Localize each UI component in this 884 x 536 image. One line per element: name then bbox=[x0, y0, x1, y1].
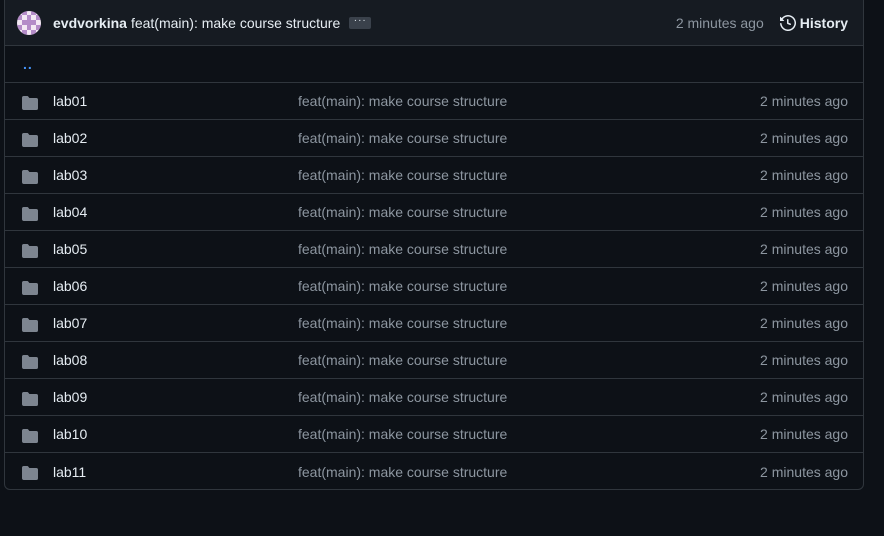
commit-message-link[interactable]: feat(main): make course structure bbox=[298, 93, 507, 109]
table-row[interactable]: lab01 feat(main): make course structure 2 … bbox=[5, 83, 863, 120]
commit-message-link[interactable]: feat(main): make course structure bbox=[298, 389, 507, 405]
folder-icon bbox=[22, 428, 38, 449]
commit-time[interactable]: 2 minutes ago bbox=[760, 464, 848, 480]
table-row[interactable]: lab11 feat(main): make course structure 2 … bbox=[5, 453, 863, 489]
history-icon bbox=[779, 14, 796, 31]
folder-icon bbox=[22, 465, 38, 486]
latest-commit-bar: evdvorkina feat(main): make course struc… bbox=[5, 0, 863, 46]
file-browser: evdvorkina feat(main): make course struc… bbox=[4, 0, 864, 490]
folder-icon bbox=[22, 243, 38, 264]
commit-time[interactable]: 2 minutes ago bbox=[760, 389, 848, 405]
commit-author-link[interactable]: evdvorkina bbox=[53, 15, 127, 31]
directory-name-link[interactable]: lab01 bbox=[53, 93, 87, 109]
commit-message-link[interactable]: feat(main): make course structure bbox=[298, 167, 507, 183]
parent-directory-row[interactable]: .. bbox=[5, 46, 863, 83]
folder-icon bbox=[22, 132, 38, 153]
commit-message-link[interactable]: feat(main): make course structure bbox=[298, 464, 507, 480]
expand-commit-button[interactable]: ··· bbox=[349, 15, 372, 29]
directory-name-link[interactable]: lab07 bbox=[53, 315, 87, 331]
commit-time[interactable]: 2 minutes ago bbox=[760, 130, 848, 146]
commit-message-link[interactable]: feat(main): make course structure bbox=[298, 278, 507, 294]
commit-time[interactable]: 2 minutes ago bbox=[676, 15, 764, 31]
directory-name-link[interactable]: lab06 bbox=[53, 278, 87, 294]
commit-time[interactable]: 2 minutes ago bbox=[760, 315, 848, 331]
table-row[interactable]: lab10 feat(main): make course structure 2 … bbox=[5, 416, 863, 453]
table-row[interactable]: lab04 feat(main): make course structure 2 … bbox=[5, 194, 863, 231]
table-row[interactable]: lab06 feat(main): make course structure 2 … bbox=[5, 268, 863, 305]
directory-name-link[interactable]: lab11 bbox=[53, 464, 86, 480]
commit-message-link[interactable]: feat(main): make course structure bbox=[298, 204, 507, 220]
commit-message-link[interactable]: feat(main): make course structure bbox=[298, 315, 507, 331]
directory-name-link[interactable]: lab04 bbox=[53, 204, 87, 220]
commit-time[interactable]: 2 minutes ago bbox=[760, 426, 848, 442]
history-button[interactable]: History bbox=[779, 14, 848, 31]
commit-time[interactable]: 2 minutes ago bbox=[760, 167, 848, 183]
folder-icon bbox=[22, 206, 38, 227]
commit-message-link[interactable]: feat(main): make course structure bbox=[298, 352, 507, 368]
folder-icon bbox=[22, 169, 38, 190]
commit-time[interactable]: 2 minutes ago bbox=[760, 93, 848, 109]
commit-time[interactable]: 2 minutes ago bbox=[760, 352, 848, 368]
directory-name-link[interactable]: lab10 bbox=[53, 426, 87, 442]
table-row[interactable]: lab08 feat(main): make course structure 2 … bbox=[5, 342, 863, 379]
folder-icon bbox=[22, 354, 38, 375]
commit-time[interactable]: 2 minutes ago bbox=[760, 278, 848, 294]
directory-name-link[interactable]: lab05 bbox=[53, 241, 87, 257]
folder-icon bbox=[22, 317, 38, 338]
commit-time[interactable]: 2 minutes ago bbox=[760, 241, 848, 257]
history-label: History bbox=[799, 14, 848, 31]
directory-name-link[interactable]: lab09 bbox=[53, 389, 87, 405]
commit-time[interactable]: 2 minutes ago bbox=[760, 204, 848, 220]
commit-message-link[interactable]: feat(main): make course structure bbox=[298, 130, 507, 146]
folder-icon bbox=[22, 280, 38, 301]
avatar[interactable] bbox=[17, 10, 41, 35]
table-row[interactable]: lab09 feat(main): make course structure 2 … bbox=[5, 379, 863, 416]
table-row[interactable]: lab05 feat(main): make course structure 2 … bbox=[5, 231, 863, 268]
table-row[interactable]: lab02 feat(main): make course structure 2 … bbox=[5, 120, 863, 157]
folder-icon bbox=[22, 391, 38, 412]
table-row[interactable]: lab07 feat(main): make course structure 2 … bbox=[5, 305, 863, 342]
table-row[interactable]: lab03 feat(main): make course structure 2 … bbox=[5, 157, 863, 194]
file-list: lab01 feat(main): make course structure 2 … bbox=[5, 83, 863, 489]
folder-icon bbox=[22, 95, 38, 116]
commit-message-link[interactable]: feat(main): make course structure bbox=[131, 15, 340, 31]
directory-name-link[interactable]: lab08 bbox=[53, 352, 87, 368]
directory-name-link[interactable]: lab03 bbox=[53, 167, 87, 183]
commit-message-link[interactable]: feat(main): make course structure bbox=[298, 426, 507, 442]
directory-name-link[interactable]: lab02 bbox=[53, 130, 87, 146]
commit-message-link[interactable]: feat(main): make course structure bbox=[298, 241, 507, 257]
parent-directory-link[interactable]: .. bbox=[23, 56, 33, 72]
